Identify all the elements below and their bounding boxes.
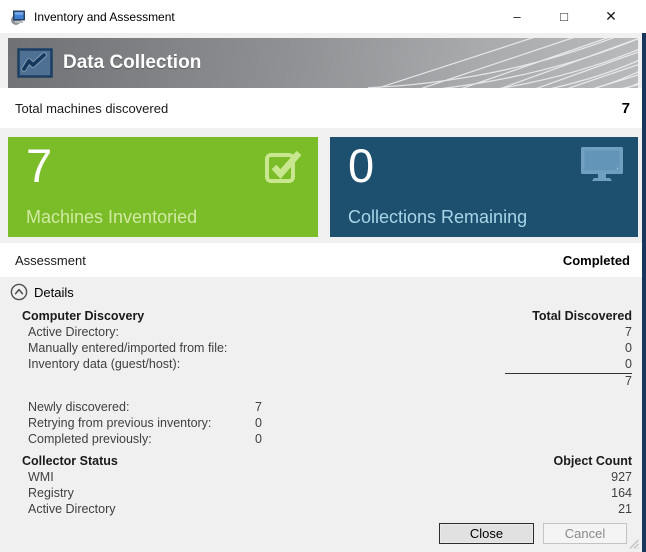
window-edge-strip (642, 33, 646, 552)
row-label: Registry (28, 486, 74, 500)
machines-inventoried-tile: 7 Machines Inventoried (8, 137, 318, 237)
row-value: 0 (625, 357, 632, 371)
row-label: Active Directory (28, 502, 116, 516)
row-value: 0 (255, 416, 262, 430)
progress-row-retrying: Retrying from previous inventory: 0 (0, 415, 642, 431)
close-button[interactable]: Close (439, 523, 534, 544)
window-title: Inventory and Assessment (34, 9, 175, 24)
row-label: Active Directory: (28, 325, 119, 339)
checkbox-check-icon (265, 150, 302, 183)
monitor-icon (581, 147, 623, 181)
collector-status-header: Collector Status Object Count (0, 453, 642, 469)
discovery-row-active-directory: Active Directory: 7 (0, 324, 642, 340)
computer-discovery-header: Computer Discovery Total Discovered (0, 308, 642, 324)
computer-discovery-heading: Computer Discovery (22, 309, 145, 323)
total-machines-row: Total machines discovered 7 (0, 88, 642, 128)
collections-remaining-count: 0 (348, 139, 375, 192)
row-label: Completed previously: (28, 432, 152, 446)
progress-row-newly-discovered: Newly discovered: 7 (0, 399, 642, 415)
details-panel: Computer Discovery Total Discovered Acti… (0, 308, 642, 517)
row-label: Newly discovered: (28, 400, 130, 414)
row-value: 21 (618, 502, 632, 516)
row-label: Retrying from previous inventory: (28, 416, 212, 430)
line-chart-icon (17, 48, 53, 78)
assessment-label: Assessment (15, 252, 86, 268)
machines-inventoried-count: 7 (26, 139, 53, 192)
app-icon (11, 10, 25, 25)
row-value: 7 (625, 325, 632, 339)
resize-grip[interactable] (626, 536, 640, 550)
inventory-assessment-dialog: Inventory and Assessment – □ ✕ Data Coll… (0, 0, 646, 552)
details-toggle-label: Details (34, 284, 74, 300)
row-label: Manually entered/imported from file: (28, 341, 228, 355)
row-value: 164 (611, 486, 632, 500)
collector-row-registry: Registry 164 (0, 485, 642, 501)
row-label: WMI (28, 470, 54, 484)
wireframe-mesh-decoration (368, 38, 638, 88)
row-value: 927 (611, 470, 632, 484)
minimize-button[interactable]: – (494, 0, 540, 32)
collector-row-active-directory: Active Directory 21 (0, 501, 642, 517)
total-machines-label: Total machines discovered (15, 100, 169, 116)
title-bar: Inventory and Assessment – □ ✕ (0, 0, 646, 33)
total-discovered-heading: Total Discovered (532, 309, 632, 323)
machines-inventoried-label: Machines Inventoried (26, 207, 198, 227)
header-banner: Data Collection (8, 38, 638, 88)
maximize-button[interactable]: □ (541, 0, 587, 32)
total-machines-value: 7 (621, 99, 630, 117)
row-label: Inventory data (guest/host): (28, 357, 181, 371)
row-value: 7 (255, 400, 262, 414)
page-title: Data Collection (63, 52, 202, 73)
row-value: 0 (625, 341, 632, 355)
discovery-row-inventory-data: Inventory data (guest/host): 0 (0, 356, 642, 372)
status-tiles: 7 Machines Inventoried 0 Collections Rem… (8, 137, 638, 237)
collector-status-heading: Collector Status (22, 454, 118, 468)
cancel-button[interactable]: Cancel (543, 523, 627, 544)
collections-remaining-tile: 0 Collections Remaining (330, 137, 638, 237)
assessment-row: Assessment Completed (0, 243, 642, 277)
discovery-row-manual-import: Manually entered/imported from file: 0 (0, 340, 642, 356)
close-window-button[interactable]: ✕ (588, 0, 634, 32)
discovery-total: 7 (625, 374, 632, 388)
assessment-status: Completed (562, 252, 630, 268)
collector-row-wmi: WMI 927 (0, 469, 642, 485)
object-count-heading: Object Count (553, 454, 632, 468)
details-expander[interactable]: Details (0, 277, 300, 307)
chevron-up-circle-icon (10, 283, 28, 301)
progress-row-completed-previously: Completed previously: 0 (0, 431, 642, 447)
collections-remaining-label: Collections Remaining (348, 207, 528, 227)
row-value: 0 (255, 432, 262, 446)
